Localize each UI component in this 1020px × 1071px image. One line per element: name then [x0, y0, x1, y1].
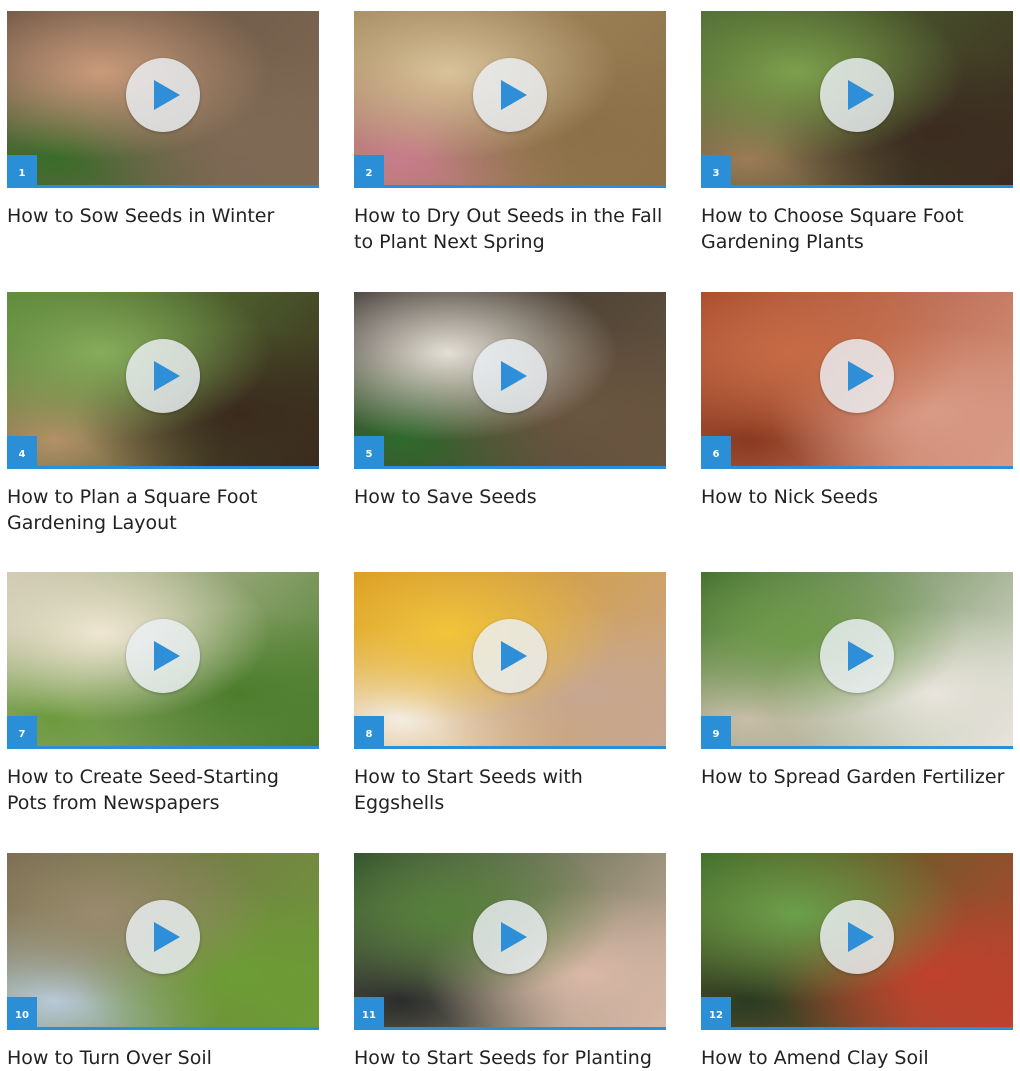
play-icon [848, 922, 874, 952]
video-card[interactable]: 7 How to Create Seed-Starting Pots from N… [7, 572, 319, 816]
play-button[interactable] [473, 58, 547, 132]
video-thumbnail[interactable]: 4 [7, 292, 319, 469]
video-number-badge: 3 [701, 155, 731, 185]
play-button[interactable] [126, 58, 200, 132]
play-button[interactable] [126, 619, 200, 693]
video-thumbnail[interactable]: 7 [7, 572, 319, 749]
video-title-link[interactable]: How to Spread Garden Fertilizer [701, 764, 1013, 790]
play-icon [501, 361, 527, 391]
video-thumbnail[interactable]: 12 [701, 853, 1013, 1030]
video-title-link[interactable]: How to Start Seeds with Eggshells [354, 764, 666, 816]
video-title-link[interactable]: How to Dry Out Seeds in the Fall to Plan… [354, 203, 666, 255]
video-title-link[interactable]: How to Amend Clay Soil [701, 1045, 1013, 1071]
video-thumbnail[interactable]: 1 [7, 11, 319, 188]
video-number-badge: 10 [7, 997, 37, 1027]
video-thumbnail[interactable]: 9 [701, 572, 1013, 749]
video-card[interactable]: 8 How to Start Seeds with Eggshells [354, 572, 666, 816]
video-card[interactable]: 2 How to Dry Out Seeds in the Fall to Pla… [354, 11, 666, 255]
video-number-badge: 4 [7, 436, 37, 466]
play-button[interactable] [820, 339, 894, 413]
video-card[interactable]: 12 How to Amend Clay Soil [701, 853, 1013, 1071]
video-title-link[interactable]: How to Create Seed-Starting Pots from Ne… [7, 764, 319, 816]
video-title-link[interactable]: How to Start Seeds for Planting [354, 1045, 666, 1071]
play-button[interactable] [126, 900, 200, 974]
video-thumbnail[interactable]: 3 [701, 11, 1013, 188]
video-card[interactable]: 4 How to Plan a Square Foot Gardening Lay… [7, 292, 319, 536]
video-title-link[interactable]: How to Save Seeds [354, 484, 666, 510]
video-title-link[interactable]: How to Turn Over Soil [7, 1045, 319, 1071]
video-title-link[interactable]: How to Sow Seeds in Winter [7, 203, 319, 229]
play-icon [154, 80, 180, 110]
play-icon [848, 641, 874, 671]
video-card[interactable]: 6 How to Nick Seeds [701, 292, 1013, 510]
video-card[interactable]: 11 How to Start Seeds for Planting [354, 853, 666, 1071]
video-card[interactable]: 5 How to Save Seeds [354, 292, 666, 510]
video-card[interactable]: 3 How to Choose Square Foot Gardening Pla… [701, 11, 1013, 255]
play-button[interactable] [820, 58, 894, 132]
video-thumbnail[interactable]: 5 [354, 292, 666, 469]
play-button[interactable] [473, 339, 547, 413]
play-icon [154, 361, 180, 391]
video-thumbnail[interactable]: 8 [354, 572, 666, 749]
play-icon [501, 922, 527, 952]
video-title-link[interactable]: How to Choose Square Foot Gardening Plan… [701, 203, 1013, 255]
play-icon [154, 922, 180, 952]
video-title-link[interactable]: How to Nick Seeds [701, 484, 1013, 510]
play-icon [501, 80, 527, 110]
video-number-badge: 2 [354, 155, 384, 185]
video-thumbnail[interactable]: 6 [701, 292, 1013, 469]
play-button[interactable] [473, 900, 547, 974]
play-button[interactable] [820, 900, 894, 974]
video-card[interactable]: 10 How to Turn Over Soil [7, 853, 319, 1071]
video-thumbnail[interactable]: 2 [354, 11, 666, 188]
play-button[interactable] [820, 619, 894, 693]
play-button[interactable] [126, 339, 200, 413]
video-number-badge: 9 [701, 716, 731, 746]
play-icon [848, 80, 874, 110]
video-number-badge: 8 [354, 716, 384, 746]
video-thumbnail[interactable]: 10 [7, 853, 319, 1030]
video-thumbnail[interactable]: 11 [354, 853, 666, 1030]
video-number-badge: 6 [701, 436, 731, 466]
play-icon [154, 641, 180, 671]
video-number-badge: 11 [354, 997, 384, 1027]
video-number-badge: 12 [701, 997, 731, 1027]
video-card[interactable]: 1 How to Sow Seeds in Winter [7, 11, 319, 229]
video-number-badge: 1 [7, 155, 37, 185]
video-card[interactable]: 9 How to Spread Garden Fertilizer [701, 572, 1013, 790]
video-number-badge: 5 [354, 436, 384, 466]
video-title-link[interactable]: How to Plan a Square Foot Gardening Layo… [7, 484, 319, 536]
play-icon [848, 361, 874, 391]
video-number-badge: 7 [7, 716, 37, 746]
play-icon [501, 641, 527, 671]
play-button[interactable] [473, 619, 547, 693]
